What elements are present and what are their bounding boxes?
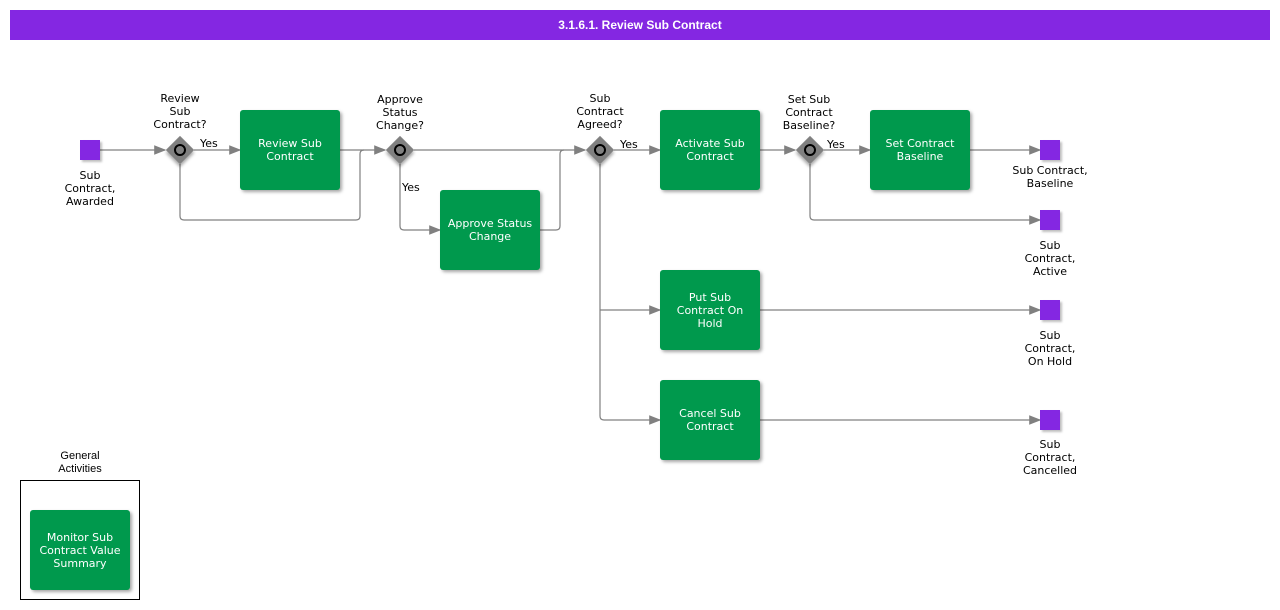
- start-event-label: Sub Contract, Awarded: [64, 169, 116, 208]
- gateway-review-label: Review Sub Contract?: [153, 92, 207, 131]
- flow-label-yes: Yes: [402, 181, 420, 194]
- end-event-active-label: Sub Contract, Active: [1024, 239, 1076, 278]
- gateway-baseline-label: Set Sub Contract Baseline?: [782, 93, 836, 132]
- task-set-contract-baseline[interactable]: Set Contract Baseline: [870, 110, 970, 190]
- gateway-circle-icon: [394, 144, 406, 156]
- task-monitor-value-summary[interactable]: Monitor Sub Contract Value Summary: [30, 510, 130, 590]
- end-event-on-hold[interactable]: [1040, 300, 1060, 320]
- flow-agreed-gw-down: [599, 164, 662, 425]
- gateway-circle-icon: [174, 144, 186, 156]
- flow-label-yes: Yes: [827, 138, 845, 151]
- gateway-agreed-label: Sub Contract Agreed?: [576, 92, 624, 131]
- gateway-circle-icon: [594, 144, 606, 156]
- flow-approve-gw-to-approve-task: [399, 164, 442, 235]
- end-event-baseline-label: Sub Contract, Baseline: [1012, 164, 1088, 190]
- task-approve-status-change[interactable]: Approve Status Change: [440, 190, 540, 270]
- gateway-circle-icon: [804, 144, 816, 156]
- flow-label-yes: Yes: [200, 137, 218, 150]
- task-cancel-sub-contract[interactable]: Cancel Sub Contract: [660, 380, 760, 460]
- end-event-cancelled-label: Sub Contract, Cancelled: [1022, 438, 1078, 477]
- task-review-sub-contract[interactable]: Review Sub Contract: [240, 110, 340, 190]
- flow-label-yes: Yes: [620, 138, 638, 151]
- task-activate-sub-contract[interactable]: Activate Sub Contract: [660, 110, 760, 190]
- end-event-active[interactable]: [1040, 210, 1060, 230]
- group-label: General Activities: [58, 450, 102, 475]
- start-event[interactable]: [80, 140, 100, 160]
- flow-approve-task-to-agreed-gw: [540, 149, 565, 231]
- task-put-on-hold[interactable]: Put Sub Contract On Hold: [660, 270, 760, 350]
- end-event-cancelled[interactable]: [1040, 410, 1060, 430]
- gateway-approve-label: Approve Status Change?: [376, 93, 424, 132]
- end-event-on-hold-label: Sub Contract, On Hold: [1024, 329, 1076, 368]
- end-event-baseline[interactable]: [1040, 140, 1060, 160]
